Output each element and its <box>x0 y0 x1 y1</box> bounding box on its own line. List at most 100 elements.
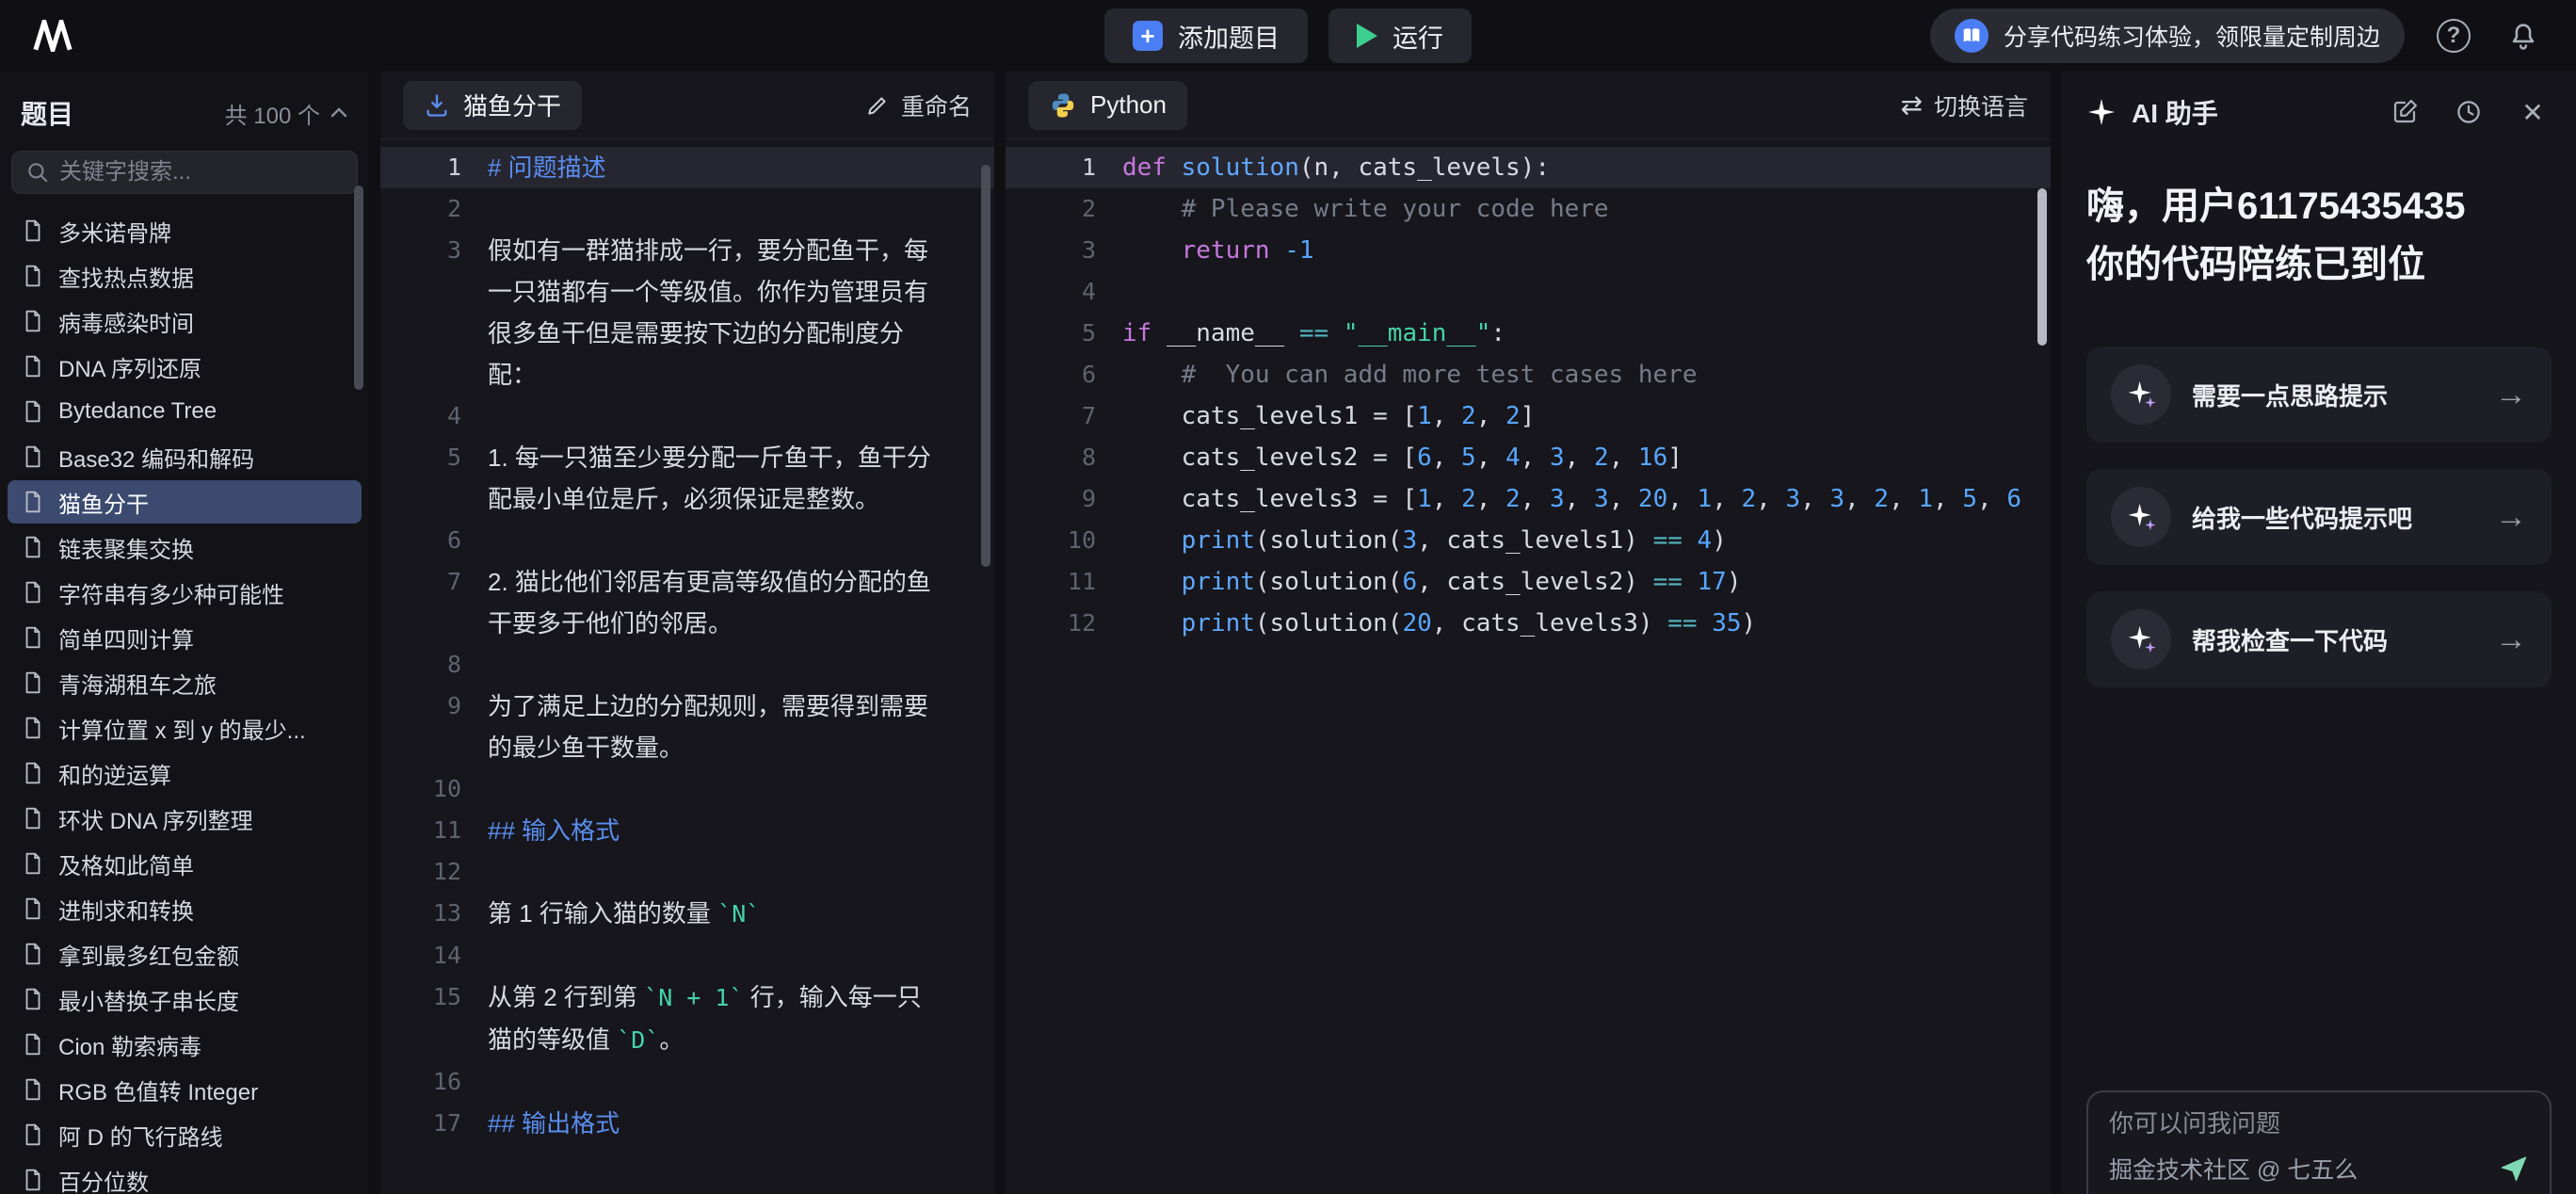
markdown-line[interactable]: 9为了满足上边的分配规则，需要得到需要的最少鱼干数量。 <box>380 686 994 768</box>
add-problem-button[interactable]: + 添加题目 <box>1104 8 1308 63</box>
line-number: 1 <box>380 147 461 188</box>
line-number: 11 <box>380 810 461 851</box>
sidebar-item[interactable]: Bytedance Tree <box>8 390 362 433</box>
document-icon <box>21 580 45 605</box>
markdown-line[interactable]: 6 <box>380 520 994 561</box>
code-line[interactable]: 2 # Please write your code here <box>1006 188 2051 230</box>
markdown-line[interactable]: 13第 1 行输入猫的数量 `N` <box>380 893 994 935</box>
sidebar-item[interactable]: 简单四则计算 <box>8 616 362 659</box>
suggestion-label: 帮我检查一下代码 <box>2192 622 2388 657</box>
sidebar-item[interactable]: 猫鱼分干 <box>8 480 362 524</box>
code-line[interactable]: 5if __name__ == "__main__": <box>1006 313 2051 354</box>
markdown-line[interactable]: 16 <box>380 1061 994 1103</box>
run-button[interactable]: 运行 <box>1328 8 1472 63</box>
markdown-line[interactable]: 12 <box>380 851 994 893</box>
sidebar-item[interactable]: 百分位数 <box>8 1158 362 1194</box>
code-line[interactable]: 12 print(solution(20, cats_levels3) == 3… <box>1006 603 2051 644</box>
sidebar-item[interactable]: 和的逆运算 <box>8 751 362 795</box>
markdown-line[interactable]: 1# 问题描述 <box>380 147 994 188</box>
markdown-line[interactable]: 10 <box>380 768 994 810</box>
code-line[interactable]: 11 print(solution(6, cats_levels2) == 17… <box>1006 561 2051 603</box>
suggestion-label: 给我一些代码提示吧 <box>2192 500 2412 535</box>
line-number: 10 <box>1006 520 1096 561</box>
sidebar-item[interactable]: Base32 编码和解码 <box>8 435 362 478</box>
problem-scrollbar-thumb[interactable] <box>981 165 990 567</box>
code-line[interactable]: 8 cats_levels2 = [6, 5, 4, 3, 2, 16] <box>1006 437 2051 478</box>
sidebar-item[interactable]: 环状 DNA 序列整理 <box>8 797 362 840</box>
sidebar-scrollbar-thumb[interactable] <box>354 186 363 390</box>
code-line[interactable]: 7 cats_levels1 = [1, 2, 2] <box>1006 395 2051 437</box>
play-icon <box>1357 24 1377 48</box>
markdown-line[interactable]: 3假如有一群猫排成一行，要分配鱼干，每一只猫都有一个等级值。你作为管理员有很多鱼… <box>380 230 994 395</box>
code-line[interactable]: 4 <box>1006 271 2051 313</box>
markdown-line[interactable]: 72. 猫比他们邻居有更高等级值的分配的鱼干要多于他们的邻居。 <box>380 561 994 644</box>
rename-button[interactable]: 重命名 <box>865 89 972 122</box>
code-line[interactable]: 3 return -1 <box>1006 230 2051 271</box>
sidebar-item-label: 简单四则计算 <box>58 621 194 654</box>
markdown-line[interactable]: 4 <box>380 395 994 437</box>
sidebar-item[interactable]: 拿到最多红包金额 <box>8 932 362 976</box>
sidebar-item[interactable]: 链表聚集交换 <box>8 525 362 569</box>
marscode-logo-icon[interactable] <box>32 19 75 53</box>
code-line[interactable]: 1def solution(n, cats_levels): <box>1006 147 2051 188</box>
python-icon <box>1049 91 1077 120</box>
promo-banner[interactable]: 分享代码练习体验，领限量定制周边 <box>1930 8 2405 63</box>
sidebar-item[interactable]: 青海湖租车之旅 <box>8 661 362 704</box>
problem-editor-body[interactable]: 1# 问题描述23假如有一群猫排成一行，要分配鱼干，每一只猫都有一个等级值。你作… <box>380 139 994 1144</box>
sidebar-item[interactable]: 查找热点数据 <box>8 254 362 298</box>
switch-language-icon: ⇄ <box>1901 89 1923 121</box>
markdown-line[interactable]: 11 ## 输入格式 <box>380 810 994 851</box>
sidebar-item[interactable]: 计算位置 x 到 y 的最少... <box>8 706 362 750</box>
switch-language-button[interactable]: ⇄ 切换语言 <box>1901 89 2028 122</box>
markdown-line[interactable]: 2 <box>380 188 994 230</box>
code-line[interactable]: 9 cats_levels3 = [1, 2, 2, 3, 3, 20, 1, … <box>1006 478 2051 520</box>
new-chat-icon[interactable] <box>2386 93 2423 131</box>
ai-input-box[interactable]: 掘金技术社区 @ 七五么 <box>2086 1090 2552 1194</box>
history-icon[interactable] <box>2450 93 2487 131</box>
collapse-icon[interactable] <box>330 106 348 120</box>
search-box[interactable] <box>11 151 358 194</box>
main-content: 题目 共 100 个 多米诺骨牌查找热点数据病毒感染时间DNA 序列还原Byte… <box>0 72 2576 1194</box>
problem-title-chip[interactable]: 猫鱼分干 <box>403 81 582 130</box>
sidebar-item[interactable]: 阿 D 的飞行路线 <box>8 1113 362 1156</box>
sidebar-item[interactable]: DNA 序列还原 <box>8 345 362 388</box>
code-line[interactable]: 6 # You can add more test cases here <box>1006 354 2051 395</box>
sidebar-item-label: 计算位置 x 到 y 的最少... <box>58 712 306 745</box>
line-number: 13 <box>380 893 461 934</box>
ai-question-input[interactable] <box>2109 1109 2529 1138</box>
code-line-content: if __name__ == "__main__": <box>1122 313 1505 354</box>
markdown-line[interactable]: 17## 输出格式 <box>380 1103 994 1144</box>
close-icon[interactable]: ✕ <box>2514 93 2552 131</box>
language-chip[interactable]: Python <box>1028 81 1187 130</box>
sidebar-item[interactable]: 多米诺骨牌 <box>8 209 362 252</box>
sidebar-item[interactable]: Cion 勒索病毒 <box>8 1023 362 1066</box>
markdown-line-content: ## 输入格式 <box>488 810 943 851</box>
markdown-line-content: ## 输出格式 <box>488 1103 943 1144</box>
line-number: 9 <box>380 686 461 727</box>
markdown-line[interactable]: 8 <box>380 644 994 686</box>
sidebar-item[interactable]: 病毒感染时间 <box>8 299 362 343</box>
sidebar-item[interactable]: 字符串有多少种可能性 <box>8 571 362 614</box>
code-scrollbar-thumb[interactable] <box>2037 188 2047 346</box>
code-editor-body[interactable]: 1def solution(n, cats_levels):2 # Please… <box>1006 139 2051 644</box>
markdown-line[interactable]: 51. 每一只猫至少要分配一斤鱼干，鱼干分配最小单位是斤，必须保证是整数。 <box>380 437 994 520</box>
document-icon <box>21 309 45 333</box>
suggestion-card[interactable]: 给我一些代码提示吧→ <box>2086 469 2552 565</box>
code-line[interactable]: 10 print(solution(3, cats_levels1) == 4) <box>1006 520 2051 561</box>
markdown-line[interactable]: 15从第 2 行到第 `N + 1` 行，输入每一只猫的等级值 `D`。 <box>380 976 994 1061</box>
suggestion-card[interactable]: 帮我检查一下代码→ <box>2086 591 2552 687</box>
sidebar-item[interactable]: 进制求和转换 <box>8 887 362 930</box>
markdown-line[interactable]: 14 <box>380 935 994 976</box>
suggestion-card[interactable]: 需要一点思路提示→ <box>2086 347 2552 443</box>
language-label: Python <box>1090 90 1167 120</box>
ai-sparkle-icon <box>2086 97 2117 127</box>
line-number: 11 <box>1006 561 1096 603</box>
sidebar-item[interactable]: RGB 色值转 Integer <box>8 1068 362 1111</box>
book-icon <box>1955 19 1988 53</box>
help-button[interactable]: ? <box>2433 15 2474 56</box>
line-number: 2 <box>380 188 461 230</box>
sidebar-item[interactable]: 及格如此简单 <box>8 842 362 885</box>
sidebar-item[interactable]: 最小替换子串长度 <box>8 977 362 1021</box>
search-input[interactable] <box>59 159 351 186</box>
notification-button[interactable] <box>2503 15 2544 56</box>
